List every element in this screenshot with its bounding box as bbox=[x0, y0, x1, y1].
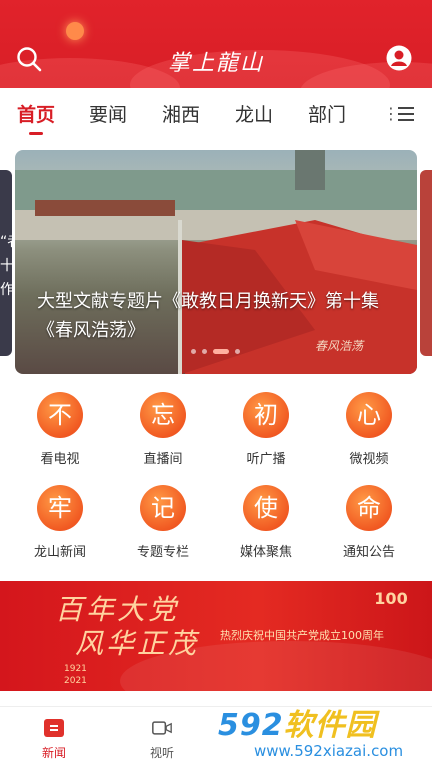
longshan-news-icon: 牢 bbox=[37, 485, 83, 531]
live-icon: 忘 bbox=[140, 392, 186, 438]
grid-label: 直播间 bbox=[143, 452, 183, 467]
radio-icon: 1921-2021 初 bbox=[243, 378, 289, 438]
grid-item-longshan-news[interactable]: 牢 龙山新闻 bbox=[16, 485, 104, 560]
grid-label: 听广播 bbox=[246, 452, 286, 467]
app-header: 掌上龍山 bbox=[0, 0, 432, 88]
channel-tabs: 首页 要闻 湘西 龙山 部门 bbox=[0, 88, 432, 138]
grid-label: 专题专栏 bbox=[136, 545, 189, 560]
grid-item-special[interactable]: 记 专题专栏 bbox=[119, 485, 207, 560]
banner-slogan: 热烈庆祝中国共产党成立100周年 bbox=[220, 629, 384, 642]
more-tabs-icon: ⋮ bbox=[383, 104, 399, 123]
tab-xiangxi[interactable]: 湘西 bbox=[162, 100, 200, 127]
special-icon: 记 bbox=[140, 485, 186, 531]
carousel-title[interactable]: 大型文献专题片《敢教日月换新天》第十集《春风浩荡》 bbox=[37, 287, 397, 345]
prev-slide-text: “者十作 bbox=[0, 234, 12, 298]
news-carousel[interactable]: 春风浩荡 大型文献专题片《敢教日月换新天》第十集《春风浩荡》 bbox=[15, 150, 417, 374]
news-icon bbox=[44, 719, 64, 737]
nav-news[interactable]: 新闻 bbox=[24, 719, 84, 761]
grid-item-media[interactable]: 1921-2021 使 媒体聚焦 bbox=[222, 471, 310, 560]
grid-label: 看电视 bbox=[40, 452, 80, 467]
sun-decoration bbox=[66, 22, 84, 40]
carousel-dots bbox=[191, 349, 240, 354]
grid-item-radio[interactable]: 1921-2021 初 听广播 bbox=[222, 378, 310, 467]
tab-longshan[interactable]: 龙山 bbox=[235, 100, 273, 127]
carousel-dot[interactable] bbox=[202, 349, 207, 354]
menu-icon[interactable] bbox=[398, 107, 414, 125]
site-watermark: 592软件园 www.592xiazai.com bbox=[218, 708, 404, 760]
active-tab-indicator bbox=[29, 132, 43, 135]
grid-label: 龙山新闻 bbox=[33, 545, 86, 560]
carousel-prev-slide[interactable]: “者十作 bbox=[0, 170, 12, 356]
tab-department[interactable]: 部门 bbox=[308, 100, 346, 127]
tv-icon: 不 bbox=[37, 392, 83, 438]
banner-headline: 百年大党 风华正茂 bbox=[55, 593, 200, 660]
microvideo-icon: 心 bbox=[346, 392, 392, 438]
video-icon bbox=[152, 721, 172, 735]
banner-years: 1921 2021 bbox=[64, 664, 87, 686]
carousel-dot[interactable] bbox=[191, 349, 196, 354]
user-icon[interactable] bbox=[386, 45, 412, 71]
nav-video[interactable]: 视听 bbox=[132, 719, 192, 761]
app-logo: 掌上龍山 bbox=[167, 51, 264, 76]
tab-home[interactable]: 首页 bbox=[17, 100, 55, 127]
carousel-dot[interactable] bbox=[235, 349, 240, 354]
grid-label: 媒体聚焦 bbox=[239, 545, 292, 560]
notice-icon: 命 bbox=[346, 485, 392, 531]
tab-news[interactable]: 要闻 bbox=[89, 100, 127, 127]
grid-label: 微视频 bbox=[349, 452, 389, 467]
grid-item-notice[interactable]: 命 通知公告 bbox=[325, 485, 413, 560]
centenary-badge: 100 bbox=[374, 589, 408, 608]
carousel-dot-active[interactable] bbox=[213, 349, 229, 354]
media-icon: 1921-2021 使 bbox=[243, 471, 289, 531]
grid-item-tv[interactable]: 不 看电视 bbox=[16, 392, 104, 467]
carousel-next-slide[interactable] bbox=[420, 170, 432, 356]
grid-item-microvideo[interactable]: 心 微视频 bbox=[325, 392, 413, 467]
anniversary-banner[interactable]: 百年大党 风华正茂 1921 2021 热烈庆祝中国共产党成立100周年 100 bbox=[0, 581, 432, 691]
grid-item-live[interactable]: 忘 直播间 bbox=[119, 392, 207, 467]
grid-label: 通知公告 bbox=[342, 545, 395, 560]
